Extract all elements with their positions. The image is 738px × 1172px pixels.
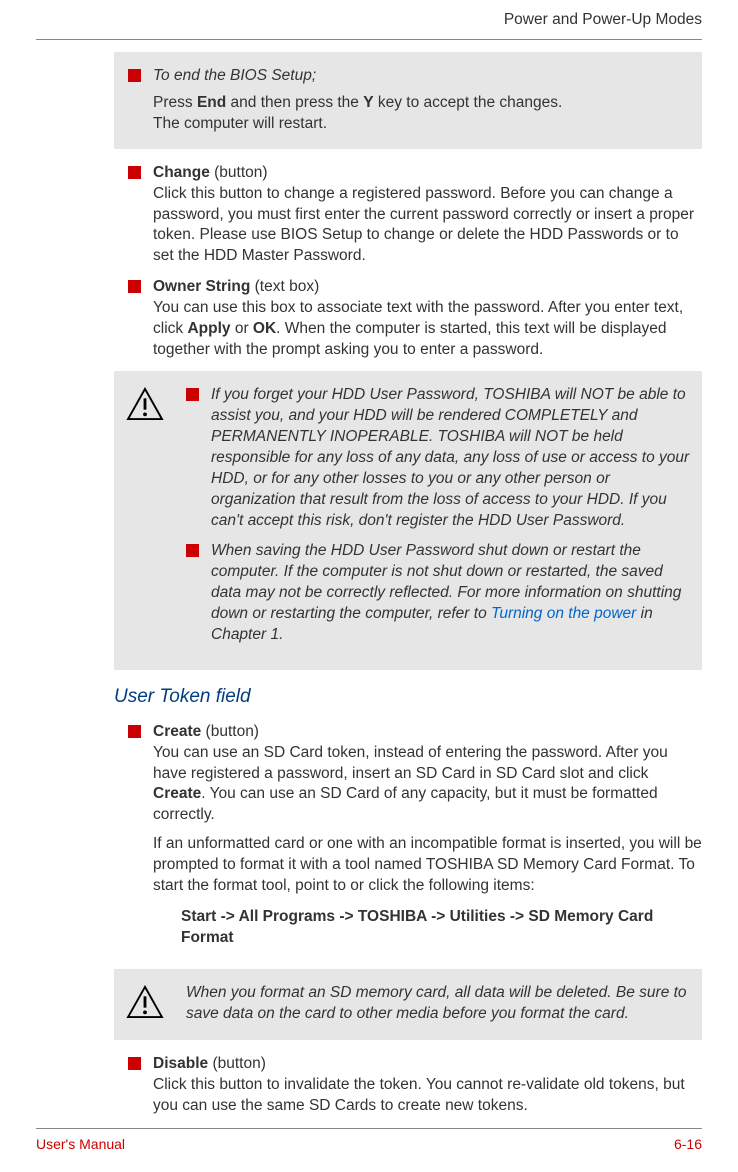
warning-icon <box>126 985 164 1019</box>
create-para2: If an unformatted card or one with an in… <box>153 834 702 897</box>
footer-divider <box>36 1128 702 1129</box>
bullet-icon <box>128 1057 141 1070</box>
bullet-create: Create (button) You can use an SD Card t… <box>114 722 702 959</box>
format-warning-text: When you format an SD memory card, all d… <box>186 983 690 1026</box>
bullet-icon <box>128 280 141 293</box>
footer-left: User's Manual <box>36 1135 125 1154</box>
bios-end-title: To end the BIOS Setup; <box>153 66 690 87</box>
bios-end-instruction: Press End and then press the Y key to ac… <box>153 93 690 114</box>
note-box-bios-end: To end the BIOS Setup; Press End and the… <box>114 52 702 149</box>
disable-list: Disable (button) Click this button to in… <box>114 1054 702 1117</box>
disable-body: Click this button to invalidate the toke… <box>153 1076 685 1114</box>
section-user-token-heading: User Token field <box>114 684 702 710</box>
hdd-warning-1: If you forget your HDD User Password, TO… <box>211 385 690 531</box>
footer-page-number: 6-16 <box>674 1135 702 1154</box>
link-turning-on-power[interactable]: Turning on the power <box>491 605 636 622</box>
bullet-icon <box>128 166 141 179</box>
format-tool-path: Start -> All Programs -> TOSHIBA -> Util… <box>181 907 702 949</box>
warning-box-hdd: If you forget your HDD User Password, TO… <box>114 371 702 670</box>
bullet-change: Change (button) Click this button to cha… <box>114 163 702 268</box>
create-para1: You can use an SD Card token, instead of… <box>153 744 668 824</box>
create-list: Create (button) You can use an SD Card t… <box>114 722 702 959</box>
bullet-icon <box>186 544 199 557</box>
change-body: Click this button to change a registered… <box>153 185 694 265</box>
bullet-owner-string: Owner String (text box) You can use this… <box>114 277 702 361</box>
chapter-title: Power and Power-Up Modes <box>504 11 702 28</box>
bullet-icon <box>186 388 199 401</box>
bios-end-restart: The computer will restart. <box>153 114 690 135</box>
warning-box-format: When you format an SD memory card, all d… <box>114 969 702 1040</box>
bullet-icon <box>128 69 141 82</box>
footer: User's Manual 6-16 <box>36 1128 702 1154</box>
bullet-disable: Disable (button) Click this button to in… <box>114 1054 702 1117</box>
header: Power and Power-Up Modes <box>36 10 702 31</box>
bullet-icon <box>128 725 141 738</box>
owner-string-body: You can use this box to associate text w… <box>153 299 683 358</box>
change-owner-list: Change (button) Click this button to cha… <box>114 163 702 361</box>
warning-icon <box>126 387 164 421</box>
hdd-warning-2: When saving the HDD User Password shut d… <box>211 541 690 646</box>
header-divider <box>36 39 702 40</box>
